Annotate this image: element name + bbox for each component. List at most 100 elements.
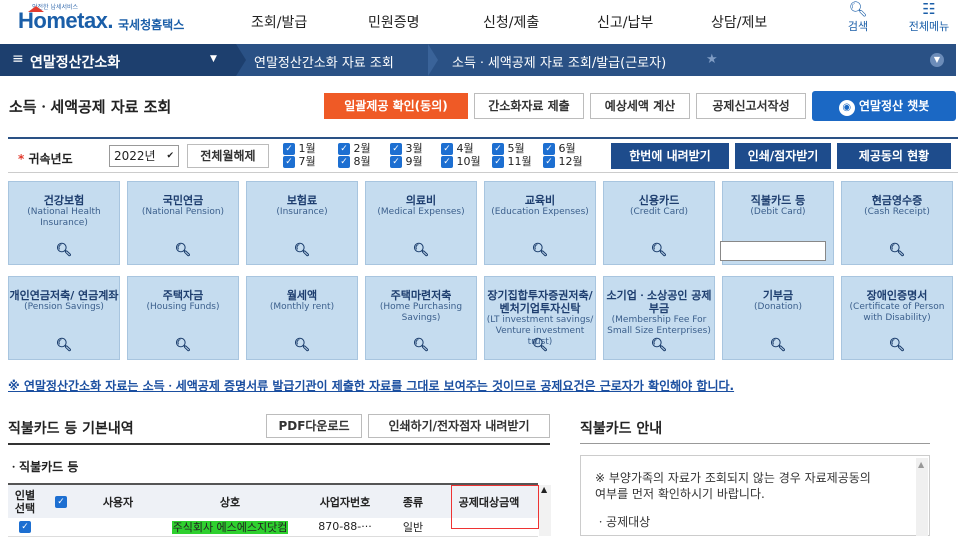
print-braille-button[interactable]: 인쇄/점자받기 — [735, 143, 831, 169]
check-icon: ✓ — [390, 143, 402, 155]
tile-subtitle: (Debit Card) — [750, 207, 806, 217]
section-title: 연말정산간소화 — [30, 55, 121, 71]
breadcrumb-item[interactable]: 소득ㆍ세액공제 자료 조회/발급(근로자) — [452, 52, 666, 71]
month-checkbox[interactable]: ✓ 8월 — [338, 156, 371, 168]
year-select[interactable]: 2022년 ✔ — [109, 145, 179, 167]
hometax-logo[interactable]: 안전한 납세서비스 Hometax. 국세청홈택스 — [10, 2, 200, 36]
tile-title: 기부금 — [762, 289, 794, 302]
print-download-button[interactable]: 인쇄하기/전자점자 내려받기 — [368, 414, 550, 438]
month-checkbox[interactable]: ✓ 7월 — [283, 156, 316, 168]
month-label: 12월 — [558, 155, 583, 168]
scroll-up-icon[interactable]: ▲ — [918, 460, 924, 469]
breadcrumb-item[interactable]: 연말정산간소화 자료 조회 — [254, 52, 394, 71]
row-select-checkbox[interactable]: ✓ — [8, 518, 42, 537]
month-label: 8월 — [353, 155, 371, 168]
debit-card-input[interactable] — [720, 241, 826, 261]
deduction-form-button[interactable]: 공제신고서작성 — [696, 93, 806, 119]
category-tile[interactable]: 신용카드 (Credit Card) 🔍︎ — [603, 181, 715, 265]
info-title: 직불카드 안내 — [580, 421, 663, 437]
tile-title: 소기업ㆍ소상공인 공제부금 — [606, 289, 712, 315]
check-icon: ✓ — [390, 156, 402, 168]
subsection-title: ㆍ직불카드 등 — [8, 460, 79, 474]
month-checkbox[interactable]: ✓ 11월 — [492, 156, 532, 168]
category-tile[interactable]: 보험료 (Insurance) 🔍︎ — [246, 181, 358, 265]
select-all-checkbox[interactable]: ✓ — [42, 483, 80, 518]
search-icon: 🔍︎ — [412, 243, 430, 258]
search-icon: 🔍︎ — [55, 243, 73, 258]
month-checkbox[interactable]: ✓ 6월 — [543, 143, 576, 155]
tile-subtitle: (Monthly rent) — [269, 302, 335, 312]
category-tile[interactable]: 건강보험 (National Health Insurance) 🔍︎ — [8, 181, 120, 265]
tile-title: 교육비 — [524, 194, 556, 207]
category-tile[interactable]: 주택자금 (Housing Funds) 🔍︎ — [127, 276, 239, 360]
category-tile[interactable]: 개인연금저축/ 연금계좌 (Pension Savings) 🔍︎ — [8, 276, 120, 360]
kind-cell: 일반 — [386, 518, 440, 537]
month-label: 6월 — [558, 142, 576, 155]
gnb-item[interactable]: 신고/납부 — [597, 12, 653, 32]
category-tile[interactable]: 국민연금 (National Pension) 🔍︎ — [127, 181, 239, 265]
tile-title: 신용카드 — [638, 194, 680, 207]
tax-calc-button[interactable]: 예상세액 계산 — [590, 93, 690, 119]
favorite-star-icon[interactable]: ★ — [706, 52, 718, 67]
check-icon: ✓ — [55, 496, 67, 508]
tile-title: 보험료 — [286, 194, 318, 207]
breadcrumb: 연말정산간소화 자료 조회 소득ㆍ세액공제 자료 조회/발급(근로자) ★ ▼ — [236, 44, 956, 76]
dropdown-icon: ▼ — [210, 54, 217, 64]
category-tile[interactable]: 주택마련저축 (Home Purchasing Savings) 🔍︎ — [365, 276, 477, 360]
section-menu[interactable]: ≡ 연말정산간소화 ▼ — [0, 44, 236, 76]
search-icon: 🔍︎ — [888, 338, 906, 353]
provider-status-button[interactable]: 제공동의 현황 — [837, 143, 951, 169]
search-icon: 🔍︎ — [293, 243, 311, 258]
chatbot-label: 연말정산 챗봇 — [858, 99, 930, 113]
tile-subtitle: (Housing Funds) — [146, 302, 220, 312]
category-tile[interactable]: 교육비 (Education Expenses) 🔍︎ — [484, 181, 596, 265]
check-icon: ✓ — [441, 143, 453, 155]
check-icon: ✓ — [492, 156, 504, 168]
logo-korean: 국세청홈택스 — [118, 18, 185, 32]
simple-submit-button[interactable]: 간소화자료 제출 — [474, 93, 584, 119]
pdf-download-button[interactable]: PDF다운로드 — [266, 414, 362, 438]
gnb-item[interactable]: 상담/제보 — [711, 12, 767, 32]
month-checkbox[interactable]: ✓ 2월 — [338, 143, 371, 155]
month-label: 9월 — [405, 155, 423, 168]
month-checkbox[interactable]: ✓ 3월 — [390, 143, 423, 155]
category-tile[interactable]: 의료비 (Medical Expenses) 🔍︎ — [365, 181, 477, 265]
tile-title: 개인연금저축/ 연금계좌 — [9, 289, 119, 302]
month-checkbox[interactable]: ✓ 10월 — [441, 156, 481, 168]
bulk-consent-button[interactable]: 일괄제공 확인(동의) — [324, 93, 468, 119]
tile-subtitle: (Medical Expenses) — [377, 207, 465, 217]
chatbot-icon: ◉ — [838, 100, 855, 116]
month-checkbox[interactable]: ✓ 1월 — [283, 143, 316, 155]
gnb-item[interactable]: 조회/발급 — [251, 12, 307, 32]
search-icon: 🔍︎ — [55, 338, 73, 353]
info-line: ※ 부양가족의 자료가 조회되지 않는 경우 자료제공동의 — [595, 471, 871, 485]
all-menu-button[interactable]: ☷ 전체메뉴 — [900, 0, 958, 34]
gnb-item[interactable]: 신청/제출 — [483, 12, 539, 32]
search-button[interactable]: 🔍︎ 검색 — [838, 0, 878, 34]
month-checkbox[interactable]: ✓ 9월 — [390, 156, 423, 168]
search-icon: 🔍︎ — [848, 0, 868, 18]
category-tile[interactable]: 장애인증명서 (Certificate of Person with Disabi… — [841, 276, 953, 360]
month-checkbox[interactable]: ✓ 12월 — [543, 156, 583, 168]
month-checkbox[interactable]: ✓ 4월 — [441, 143, 474, 155]
table-scrollbar[interactable]: ▲ — [539, 485, 551, 536]
company-cell: 주식회사 에스에스지닷컴 — [156, 518, 304, 537]
category-tile[interactable]: 월세액 (Monthly rent) 🔍︎ — [246, 276, 358, 360]
category-tile[interactable]: 소기업ㆍ소상공인 공제부금 (Membership Fee For Small S… — [603, 276, 715, 360]
check-icon: ✓ — [543, 143, 555, 155]
category-tile[interactable]: 기부금 (Donation) 🔍︎ — [722, 276, 834, 360]
category-tile[interactable]: 현금영수증 (Cash Receipt) 🔍︎ — [841, 181, 953, 265]
grid-icon: ☷ — [922, 0, 936, 18]
gnb-item[interactable]: 민원증명 — [368, 12, 420, 32]
chatbot-button[interactable]: ◉ 연말정산 챗봇 — [812, 91, 956, 121]
check-icon: ✓ — [19, 521, 31, 534]
info-scrollbar[interactable]: ▲ — [916, 458, 928, 536]
expand-icon[interactable]: ▼ — [930, 53, 944, 67]
month-checkbox[interactable]: ✓ 5월 — [492, 143, 525, 155]
clear-months-button[interactable]: 전체월해제 — [187, 144, 269, 168]
scroll-up-icon[interactable]: ▲ — [541, 485, 547, 494]
category-tile[interactable]: 장기집합투자증권저축/ 벤처기업투자신탁 (LT investment savin… — [484, 276, 596, 360]
download-once-button[interactable]: 한번에 내려받기 — [611, 143, 729, 169]
chevron-down-icon: ✔ — [166, 151, 174, 161]
section-title: 직불카드 등 기본내역 — [8, 421, 134, 437]
